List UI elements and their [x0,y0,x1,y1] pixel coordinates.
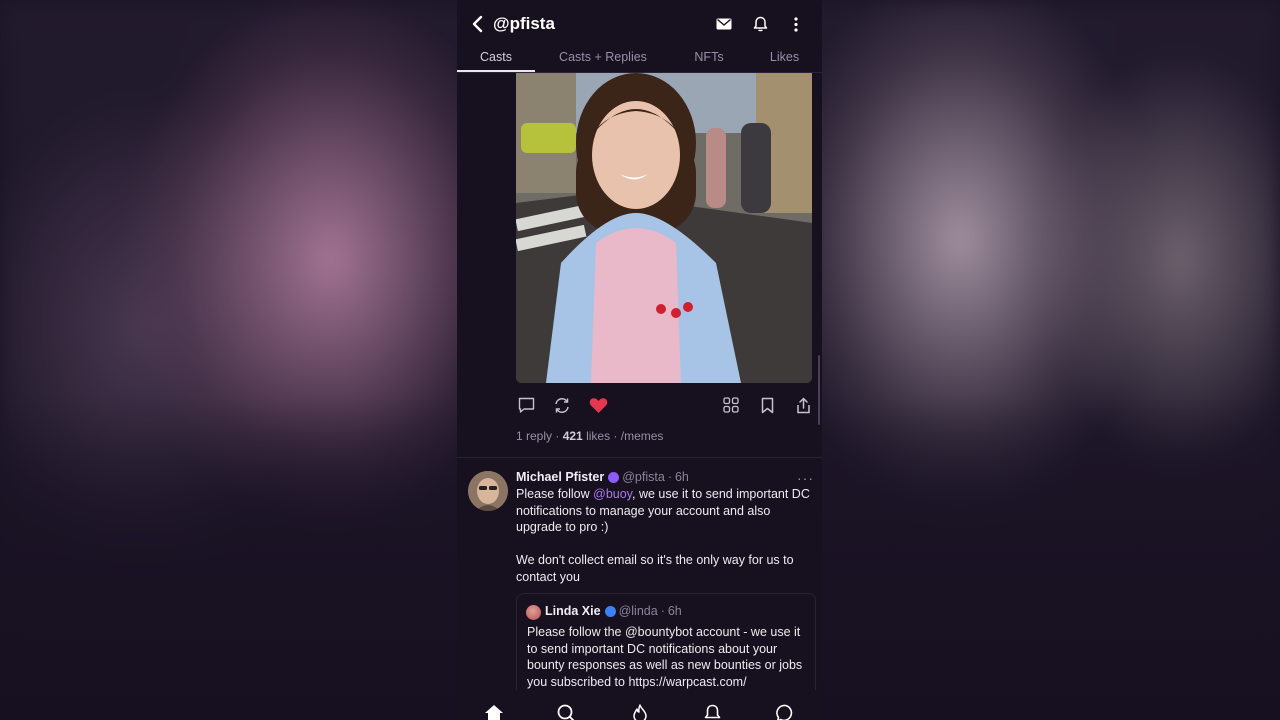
recast-icon[interactable] [552,395,572,415]
back-icon[interactable] [471,13,489,35]
profile-handle: @pfista [493,14,555,33]
time-separator: · [667,470,672,484]
likes-count[interactable]: 421 [563,429,583,443]
share-icon[interactable] [793,395,813,415]
post-actions [516,395,812,417]
post-divider [457,457,822,458]
grid-icon[interactable] [721,395,741,415]
stats-separator: · [552,429,563,443]
search-icon[interactable] [556,702,578,720]
notifications-icon[interactable] [702,702,724,720]
quote-text: Please follow the @bountybot account - w… [527,625,803,689]
profile-header: @pfista [457,0,822,48]
stats-separator: · [610,429,621,443]
post-stats: 1 reply · 421 likes · /memes [516,429,663,443]
heart-icon[interactable] [588,395,608,415]
chat-icon[interactable] [775,702,797,720]
more-options-icon[interactable]: ··· [797,470,814,486]
tab-casts-replies[interactable]: Casts + Replies [535,46,671,72]
bookmark-icon[interactable] [757,395,777,415]
quote-avatar[interactable] [526,605,541,620]
post-header: Michael Pfister @pfista · 6h [516,470,689,484]
post-text-part: Please follow [516,487,594,501]
quote-author-handle[interactable]: @linda [619,604,658,618]
mail-icon[interactable] [716,16,732,32]
post-text: Please follow @buoy, we use it to send i… [516,486,816,586]
likes-label: likes [582,429,611,443]
quote-header: Linda Xie @linda · 6h [545,604,682,618]
tab-casts[interactable]: Casts [457,46,535,72]
post-paragraph: We don't collect email so it's the only … [516,553,794,584]
reply-count[interactable]: 1 reply [516,429,552,443]
author-handle[interactable]: @pfista [622,470,665,484]
profile-tabs: Casts Casts + Replies NFTs Likes [457,46,822,73]
quote-time: 6h [667,604,682,618]
home-icon[interactable] [483,702,505,720]
channel-link[interactable]: /memes [621,429,664,443]
reply-icon[interactable] [516,395,536,415]
post-image[interactable] [516,73,812,383]
bottom-navigation [457,690,822,720]
fire-icon[interactable] [629,702,651,720]
verified-badge-icon [608,471,620,483]
mention-link[interactable]: @buoy [593,487,632,501]
more-vertical-icon[interactable] [788,16,804,32]
tab-nfts[interactable]: NFTs [671,46,747,72]
bell-icon[interactable] [752,16,768,32]
time-separator: · [660,604,665,618]
header-actions [716,16,804,32]
tab-likes[interactable]: Likes [747,46,822,72]
scrollbar[interactable] [818,355,820,425]
avatar[interactable] [468,471,508,511]
author-name[interactable]: Michael Pfister [516,470,604,484]
post-time: 6h [674,470,689,484]
quote-author-name[interactable]: Linda Xie [545,604,601,618]
quoted-cast[interactable]: Linda Xie @linda · 6h Please follow the … [516,593,816,703]
phone-screen: @pfista Casts Casts + Replies NFTs Likes [457,0,822,720]
verified-badge-icon [604,605,616,617]
